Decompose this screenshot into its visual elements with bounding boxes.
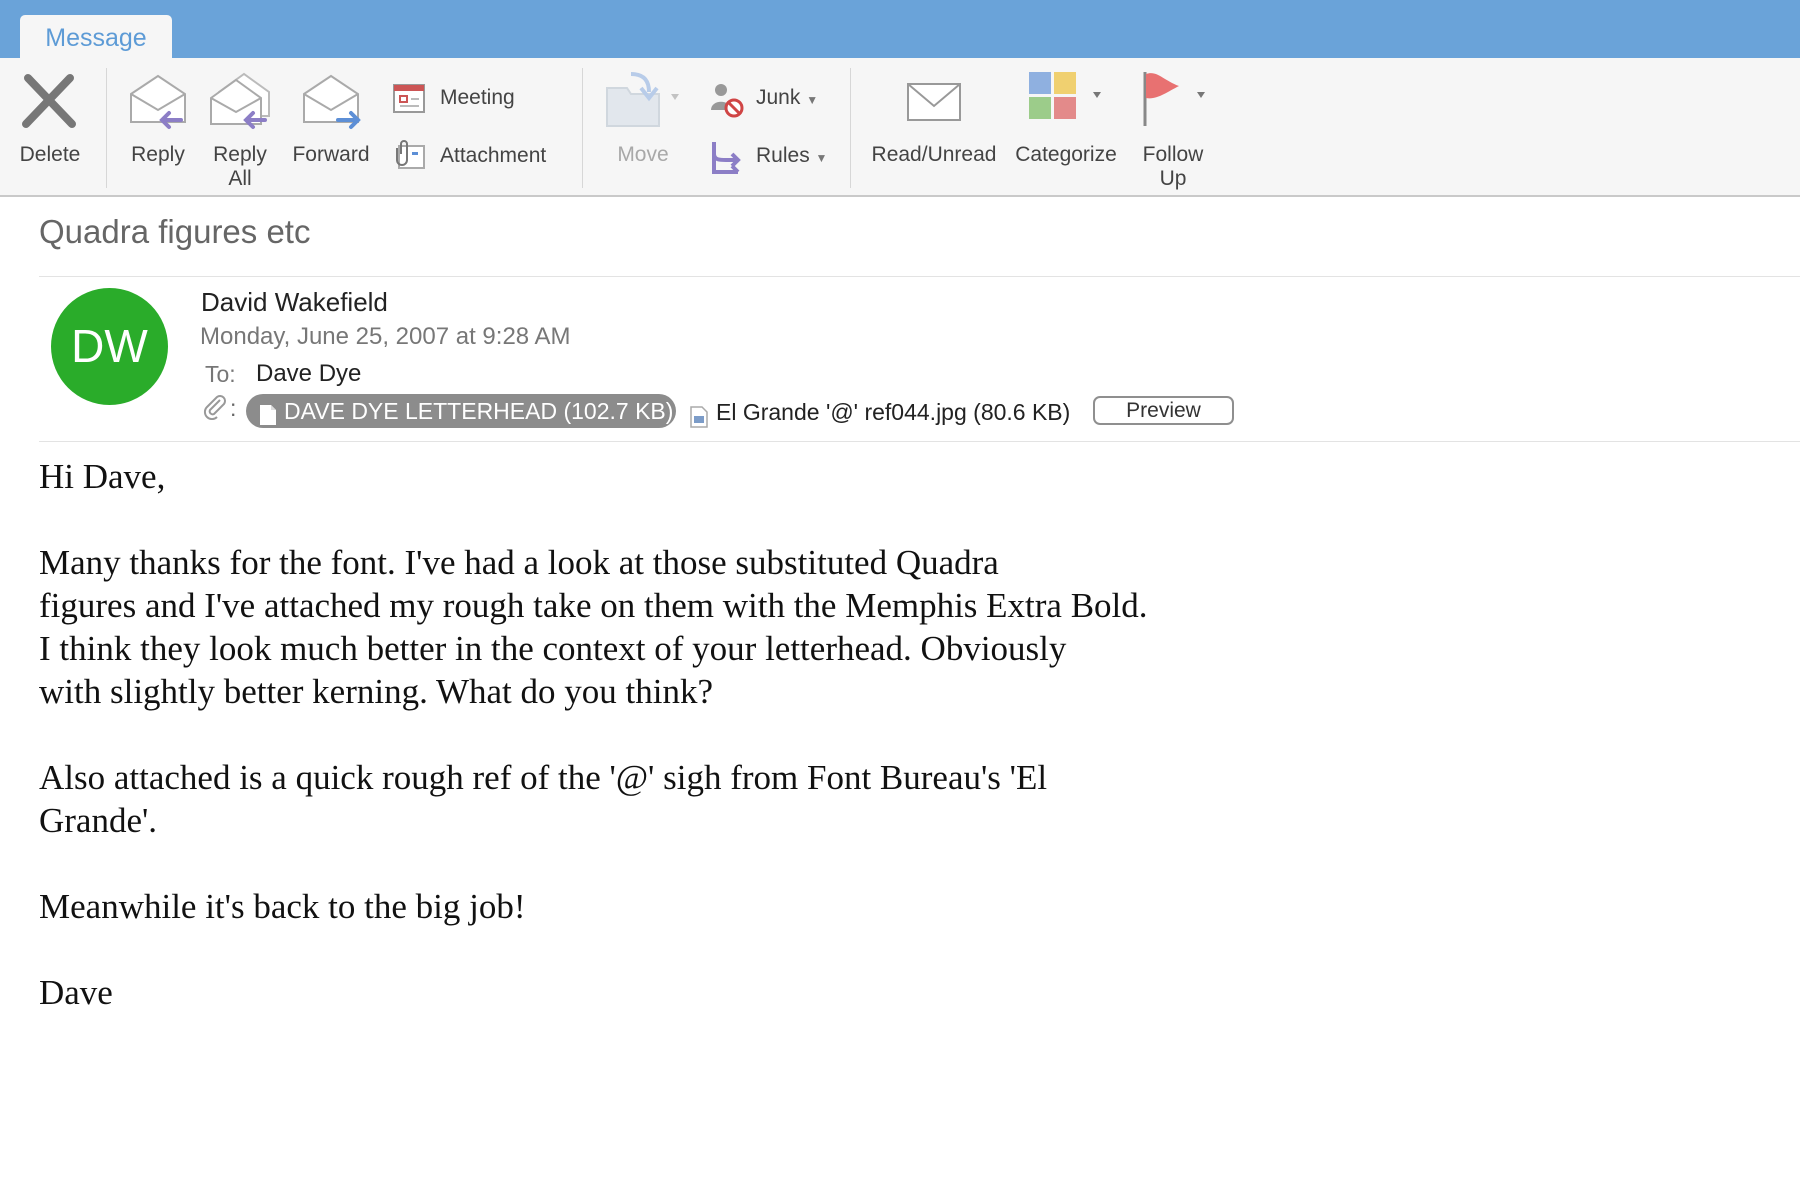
reply-icon (125, 70, 191, 140)
avatar: DW (51, 288, 168, 405)
read-unread-button[interactable]: Read/Unread (864, 58, 1004, 197)
title-bar: Message (0, 0, 1800, 59)
separator (106, 68, 107, 188)
message-body: Hi Dave, Many thanks for the font. I've … (39, 455, 1539, 1057)
sender-name[interactable]: David Wakefield (201, 287, 388, 318)
message-subject: Quadra figures etc (39, 213, 311, 250)
junk-icon (708, 82, 746, 132)
follow-up-label-line1: Follow (1142, 143, 1204, 166)
body-line: I think they look much better in the con… (39, 629, 1067, 668)
body-paragraph: Also attached is a quick rough ref of th… (39, 756, 1539, 842)
forward-label: Forward (292, 143, 370, 166)
body-paragraph: Many thanks for the font. I've had a loo… (39, 541, 1539, 713)
body-line: Meanwhile it's back to the big job! (39, 887, 526, 926)
categorize-icon (1023, 70, 1109, 136)
message-date: Monday, June 25, 2007 at 9:28 AM (200, 323, 571, 350)
rules-label: Rules ▼ (756, 136, 827, 178)
paperclip-icon (392, 140, 426, 186)
forward-button[interactable]: Forward (286, 58, 376, 197)
body-line: Also attached is a quick rough ref of th… (39, 758, 1048, 797)
body-line: with slightly better kerning. What do yo… (39, 672, 713, 711)
attachment-label: Attachment (440, 144, 547, 167)
attachment-label: El Grande '@' ref044.jpg (80.6 KB) (716, 399, 1071, 425)
reply-all-label-line1: Reply (213, 143, 267, 166)
categorize-label: Categorize (1015, 143, 1117, 166)
reply-button[interactable]: Reply (120, 58, 196, 197)
attachment-chip[interactable]: El Grande '@' ref044.jpg (80.6 KB) (690, 395, 1070, 429)
recipient-name[interactable]: Dave Dye (256, 360, 361, 388)
envelope-icon (904, 70, 964, 136)
separator (582, 68, 583, 188)
junk-text: Junk (756, 86, 801, 109)
tab-message[interactable]: Message (20, 15, 172, 59)
flag-icon (1131, 70, 1215, 136)
body-line: figures and I've attached my rough take … (39, 586, 1148, 625)
body-paragraph: Hi Dave, (39, 455, 1539, 498)
chevron-down-icon: ▼ (806, 93, 819, 107)
read-unread-label: Read/Unread (871, 143, 997, 166)
to-label: To: (205, 361, 236, 387)
junk-button[interactable]: Junk ▼ (708, 78, 828, 118)
forward-icon (298, 70, 364, 140)
meeting-button[interactable]: Meeting (392, 78, 552, 118)
body-paragraph: Dave (39, 971, 1539, 1014)
rules-text: Rules (756, 144, 810, 167)
reply-all-label: Reply All (202, 143, 278, 191)
paperclip-icon (202, 394, 228, 425)
meeting-label: Meeting (440, 86, 515, 109)
reply-label: Reply (131, 143, 185, 166)
follow-up-button[interactable]: Follow Up (1128, 58, 1218, 197)
delete-label: Delete (19, 143, 81, 166)
rules-button[interactable]: Rules ▼ (708, 136, 838, 176)
reply-all-icon (207, 70, 273, 140)
reply-all-button[interactable]: Reply All (202, 58, 278, 197)
image-file-icon (690, 403, 708, 437)
calendar-icon (392, 82, 426, 128)
body-line: Many thanks for the font. I've had a loo… (39, 543, 999, 582)
attachment-label: DAVE DYE LETTERHEAD (102.7 KB) (284, 398, 674, 424)
chevron-down-icon: ▼ (815, 151, 828, 165)
rules-icon (708, 140, 744, 190)
body-line: Grande'. (39, 801, 158, 840)
divider (39, 441, 1800, 442)
categorize-button[interactable]: Categorize (1010, 58, 1122, 197)
attachments-colon: : (230, 395, 237, 421)
follow-up-label: Follow Up (1128, 143, 1218, 191)
attachment-button[interactable]: Attachment (392, 136, 572, 176)
junk-label: Junk ▼ (756, 78, 818, 120)
move-button[interactable]: Move (598, 58, 688, 197)
move-label: Move (617, 143, 669, 166)
divider (39, 276, 1800, 277)
delete-button[interactable]: Delete (8, 58, 92, 197)
follow-up-label-line2: Up (1159, 167, 1187, 190)
delete-x-icon (20, 70, 80, 136)
body-line: Dave (39, 973, 113, 1012)
separator (850, 68, 851, 188)
document-icon (259, 401, 277, 435)
attachment-chip-selected[interactable]: DAVE DYE LETTERHEAD (102.7 KB) (246, 394, 676, 428)
preview-button[interactable]: Preview (1093, 396, 1234, 425)
ribbon-toolbar: Delete Reply Reply All Forward Meeting A… (0, 58, 1800, 197)
body-line: Hi Dave, (39, 457, 166, 496)
body-paragraph: Meanwhile it's back to the big job! (39, 885, 1539, 928)
reply-all-label-line2: All (228, 167, 252, 190)
move-folder-icon (601, 70, 685, 140)
